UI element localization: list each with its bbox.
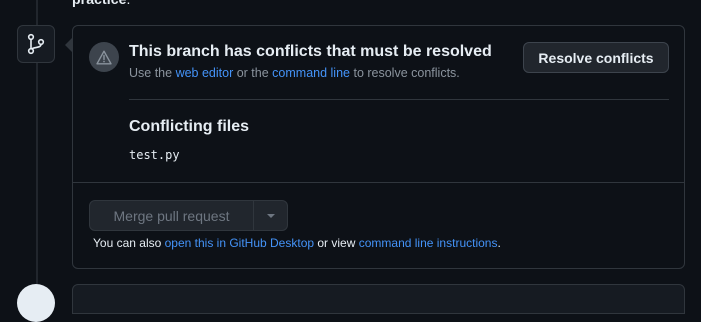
- note-suffix: .: [497, 236, 501, 250]
- previous-comment-bold: practice: [72, 0, 127, 7]
- previous-comment-text: practice.: [72, 0, 131, 7]
- merge-footer-note: You can also open this in GitHub Desktop…: [93, 236, 501, 250]
- command-line-link[interactable]: command line: [272, 66, 350, 80]
- conflict-sub-suffix: to resolve conflicts.: [350, 66, 460, 80]
- conflict-sub-middle: or the: [233, 66, 273, 80]
- conflict-title: This branch has conflicts that must be r…: [129, 43, 492, 60]
- triangle-down-icon: [266, 213, 275, 218]
- conflicting-files-heading: Conflicting files: [129, 118, 249, 135]
- note-prefix: You can also: [93, 236, 165, 250]
- resolve-conflicts-button[interactable]: Resolve conflicts: [523, 42, 669, 73]
- next-comment-box: [72, 284, 685, 314]
- alert-icon-svg: [96, 50, 112, 64]
- divider: [129, 99, 669, 100]
- open-github-desktop-link[interactable]: open this in GitHub Desktop: [165, 236, 314, 250]
- command-line-instructions-link[interactable]: command line instructions: [359, 236, 498, 250]
- web-editor-link[interactable]: web editor: [176, 66, 234, 80]
- merge-options-dropdown[interactable]: [254, 200, 288, 231]
- previous-comment-rest: .: [127, 0, 131, 7]
- conflict-subtitle: Use the web editor or the command line t…: [129, 66, 460, 80]
- merge-box: This branch has conflicts that must be r…: [65, 25, 685, 269]
- git-branch-icon-svg: [27, 33, 45, 55]
- note-middle: or view: [314, 236, 359, 250]
- conflict-sub-prefix: Use the: [129, 66, 176, 80]
- git-branch-icon: [17, 25, 55, 63]
- conflicting-file-item: test.py: [129, 148, 180, 162]
- section-divider: [73, 182, 684, 183]
- alert-icon: [89, 42, 119, 72]
- merge-button-group: Merge pull request: [89, 200, 288, 231]
- merge-pull-request-button[interactable]: Merge pull request: [89, 200, 254, 231]
